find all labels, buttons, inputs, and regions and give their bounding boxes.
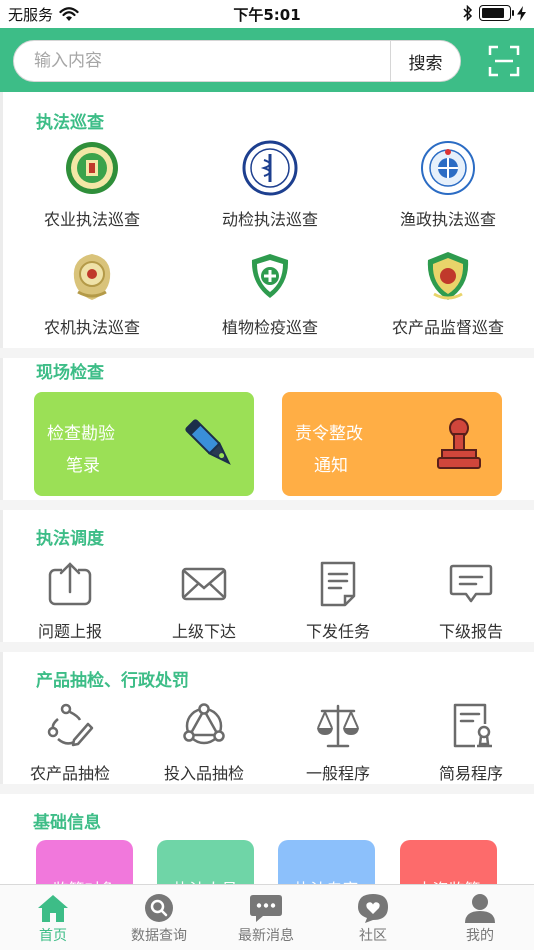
section-sampling: 产品抽检、行政处罚 农产品抽检 投入品抽检 一般程序 简易程序 bbox=[0, 652, 534, 784]
search-box: 搜索 bbox=[13, 40, 461, 82]
battery-icon bbox=[479, 5, 514, 21]
patrol-item-animal[interactable]: 动检执法巡查 bbox=[181, 140, 359, 230]
patrol-item-agri[interactable]: 农业执法巡查 bbox=[3, 140, 181, 230]
dispatch-item-task[interactable]: 下发任务 bbox=[271, 560, 405, 642]
message-icon bbox=[449, 564, 493, 603]
patrol-item-machinery[interactable]: 农机执法巡查 bbox=[3, 248, 181, 338]
sampling-item-simple[interactable]: 简易程序 bbox=[405, 702, 534, 784]
enforcement-expert-card[interactable]: 执法专家 bbox=[278, 840, 375, 884]
inspection-record-card[interactable]: 检查勘验 笔录 bbox=[34, 392, 254, 496]
main-content: 执法巡查 农业执法巡查 动检执法巡查 渔政执法巡查 农机执法巡查 植物检疫巡查 … bbox=[0, 92, 534, 884]
tab-home[interactable]: 首页 bbox=[0, 885, 106, 950]
enforcement-staff-card[interactable]: 执法人员 bbox=[157, 840, 254, 884]
upload-icon bbox=[48, 562, 92, 606]
section-title: 现场检查 bbox=[36, 363, 104, 383]
section-divider bbox=[0, 784, 534, 794]
section-divider bbox=[0, 642, 534, 652]
scan-icon[interactable] bbox=[488, 45, 520, 77]
tab-latest-news[interactable]: 最新消息 bbox=[213, 885, 319, 950]
document-icon bbox=[320, 561, 356, 607]
section-divider bbox=[0, 348, 534, 358]
status-time: 下午5:01 bbox=[233, 6, 301, 24]
plant-quarantine-emblem-icon bbox=[251, 254, 289, 298]
search-icon bbox=[145, 894, 173, 922]
section-title: 产品抽检、行政处罚 bbox=[36, 671, 189, 691]
network-icon bbox=[183, 703, 225, 745]
search-input[interactable] bbox=[14, 41, 392, 81]
home-icon bbox=[38, 895, 68, 922]
animal-health-emblem-icon bbox=[242, 140, 298, 196]
tab-mine[interactable]: 我的 bbox=[427, 885, 533, 950]
section-patrol: 执法巡查 农业执法巡查 动检执法巡查 渔政执法巡查 农机执法巡查 植物检疫巡查 … bbox=[0, 92, 534, 348]
heart-bubble-icon bbox=[358, 894, 388, 923]
domestic-capital-card[interactable]: 内资监管 bbox=[400, 840, 497, 884]
charging-icon bbox=[517, 5, 526, 21]
dispatch-item-report[interactable]: 问题上报 bbox=[3, 560, 137, 642]
patrol-item-plant[interactable]: 植物检疫巡查 bbox=[181, 248, 359, 338]
patrol-item-produce[interactable]: 农产品监督巡查 bbox=[359, 248, 534, 338]
section-onsite: 现场检查 检查勘验 笔录 责令整改 通知 bbox=[0, 358, 534, 500]
section-dispatch: 执法调度 问题上报 上级下达 下发任务 下级报告 bbox=[0, 510, 534, 642]
certificate-icon bbox=[453, 703, 492, 748]
tab-data-query[interactable]: 数据查询 bbox=[106, 885, 212, 950]
rectification-notice-card[interactable]: 责令整改 通知 bbox=[282, 392, 502, 496]
dispatch-item-superior[interactable]: 上级下达 bbox=[137, 560, 271, 642]
agri-machinery-emblem-icon bbox=[73, 254, 111, 300]
chat-icon bbox=[250, 895, 282, 922]
stamp-icon bbox=[437, 418, 481, 469]
section-title: 执法巡查 bbox=[36, 113, 104, 133]
sample-icon bbox=[47, 703, 94, 747]
dispatch-item-subordinate[interactable]: 下级报告 bbox=[405, 560, 534, 642]
search-header: 搜索 bbox=[0, 28, 534, 92]
section-title: 执法调度 bbox=[36, 529, 104, 549]
search-button[interactable]: 搜索 bbox=[390, 41, 460, 81]
fishery-emblem-icon bbox=[421, 141, 475, 195]
produce-supervision-emblem-icon bbox=[427, 252, 469, 300]
agri-enforcement-emblem-icon bbox=[66, 142, 118, 194]
pen-icon bbox=[185, 419, 231, 465]
sampling-item-produce[interactable]: 农产品抽检 bbox=[3, 702, 137, 784]
user-icon bbox=[465, 894, 495, 923]
sampling-item-input[interactable]: 投入品抽检 bbox=[137, 702, 271, 784]
mail-icon bbox=[181, 567, 227, 601]
section-divider bbox=[0, 500, 534, 510]
section-title: 基础信息 bbox=[33, 813, 101, 833]
sampling-item-general[interactable]: 一般程序 bbox=[271, 702, 405, 784]
tab-community[interactable]: 社区 bbox=[320, 885, 426, 950]
scales-icon bbox=[317, 704, 359, 748]
status-bar: 无服务 下午5:01 bbox=[0, 0, 534, 28]
tab-bar: 首页 数据查询 最新消息 社区 我的 bbox=[0, 884, 534, 950]
supervision-object-card[interactable]: 监管对象 bbox=[36, 840, 133, 884]
bluetooth-icon bbox=[463, 5, 473, 21]
patrol-item-fishery[interactable]: 渔政执法巡查 bbox=[359, 140, 534, 230]
